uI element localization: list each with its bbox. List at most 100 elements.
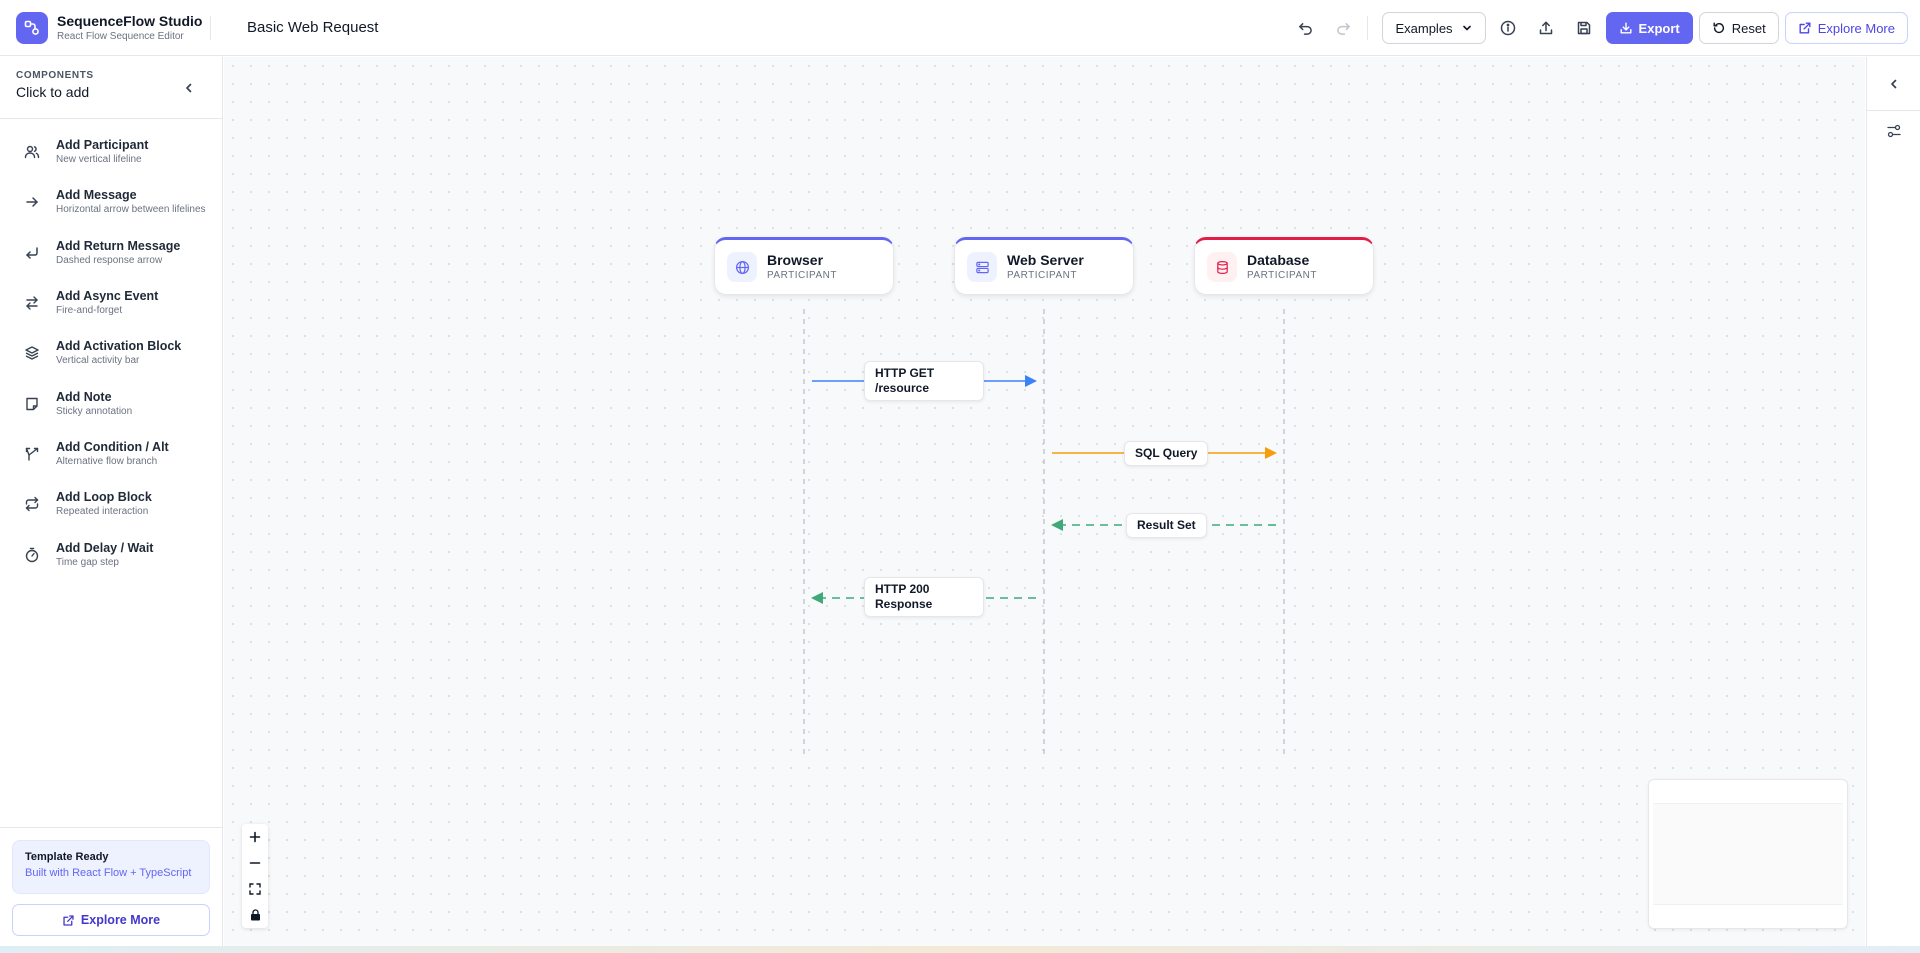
comp-title: Add Return Message	[56, 238, 181, 253]
split-icon	[18, 440, 46, 468]
chevron-down-icon	[1462, 25, 1471, 31]
comp-title: Add Message	[56, 188, 137, 203]
add-async-event-item[interactable]: Add Async Event Fire-and-forget	[0, 278, 222, 328]
minimap-viewport[interactable]	[1653, 803, 1843, 905]
add-delay-item[interactable]: Add Delay / Wait Time gap step	[0, 529, 222, 579]
message-label-line: HTTP GET	[875, 366, 935, 380]
participant-name: Browser	[767, 252, 824, 268]
save-icon[interactable]	[1568, 12, 1600, 44]
database-icon	[1207, 252, 1237, 282]
add-return-message-item[interactable]: Add Return Message Dashed response arrow	[0, 228, 222, 278]
external-link-icon	[63, 914, 74, 926]
users-icon	[18, 138, 46, 166]
comp-title: Add Async Event	[56, 289, 159, 304]
add-note-item[interactable]: Add Note Sticky annotation	[0, 378, 222, 428]
comp-desc: Repeated interaction	[56, 506, 149, 518]
add-message-item[interactable]: Add Message Horizontal arrow between lif…	[0, 177, 222, 227]
add-activation-block-item[interactable]: Add Activation Block Vertical activity b…	[0, 328, 222, 378]
toolbar-separator	[1367, 16, 1369, 40]
layers-icon	[18, 339, 46, 367]
participant-name: Web Server	[1007, 252, 1084, 268]
server-icon	[967, 252, 997, 282]
document-title[interactable]: Basic Web Request	[247, 19, 378, 36]
minimap[interactable]	[1648, 779, 1848, 929]
explore-more-label: Explore More	[1817, 20, 1895, 36]
participant-name: Database	[1247, 252, 1310, 268]
message-label-line: Response	[875, 597, 933, 611]
repeat-icon	[18, 490, 46, 518]
reset-icon	[1713, 22, 1724, 34]
properties-rail	[1866, 57, 1920, 946]
zoom-out-icon[interactable]	[242, 850, 268, 876]
examples-dropdown[interactable]: Examples	[1382, 12, 1486, 44]
undo-icon[interactable]	[1289, 12, 1321, 44]
comp-desc: Fire-and-forget	[56, 305, 123, 317]
settings-sliders-icon[interactable]	[1867, 111, 1920, 151]
header-divider	[210, 15, 211, 40]
explore-more-button[interactable]: Explore More	[1784, 12, 1908, 44]
bottom-strip	[0, 946, 1920, 953]
comp-title: Add Activation Block	[56, 339, 182, 354]
add-participant-item[interactable]: Add Participant New vertical lifeline	[0, 127, 222, 177]
comp-desc: Dashed response arrow	[56, 254, 163, 266]
message-label-http-get[interactable]: HTTP GET /resource	[864, 361, 984, 401]
redo-icon[interactable]	[1327, 12, 1359, 44]
template-subtitle: Built with React Flow + TypeScript	[25, 867, 192, 879]
message-label-line: SQL Query	[1135, 446, 1198, 460]
sidebar-explore-more-button[interactable]: Explore More	[12, 904, 210, 936]
participant-role: PARTICIPANT	[1007, 270, 1077, 281]
swap-arrows-icon	[18, 289, 46, 317]
comp-title: Add Delay / Wait	[56, 540, 154, 555]
comp-desc: Vertical activity bar	[56, 355, 140, 367]
collapse-sidebar-icon[interactable]	[178, 77, 200, 99]
lock-icon[interactable]	[242, 902, 268, 928]
brand: SequenceFlow Studio React Flow Sequence …	[0, 0, 210, 55]
info-icon[interactable]	[1492, 12, 1524, 44]
message-label-sql-query[interactable]: SQL Query	[1124, 441, 1209, 466]
comp-title: Add Loop Block	[56, 490, 152, 505]
return-arrow-icon	[18, 239, 46, 267]
globe-icon	[727, 252, 757, 282]
top-toolbar: SequenceFlow Studio React Flow Sequence …	[0, 0, 1920, 56]
zoom-in-icon[interactable]	[242, 824, 268, 850]
comp-title: Add Participant	[56, 138, 149, 153]
sticky-note-icon	[18, 390, 46, 418]
participant-web-server[interactable]: Web Server PARTICIPANT	[954, 237, 1134, 295]
component-list: Add Participant New vertical lifeline Ad…	[0, 119, 222, 580]
export-label: Export	[1638, 20, 1680, 36]
participant-database[interactable]: Database PARTICIPANT	[1194, 237, 1374, 295]
app-title: SequenceFlow Studio	[57, 12, 203, 29]
message-label-result-set[interactable]: Result Set	[1126, 513, 1207, 538]
add-loop-block-item[interactable]: Add Loop Block Repeated interaction	[0, 479, 222, 529]
export-button[interactable]: Export	[1605, 12, 1693, 44]
sidebar-footer: Template Ready Built with React Flow + T…	[0, 827, 222, 953]
comp-desc: Alternative flow branch	[56, 455, 158, 467]
comp-desc: New vertical lifeline	[56, 154, 142, 166]
expand-panel-icon[interactable]	[1867, 57, 1920, 111]
external-link-icon	[1799, 22, 1811, 34]
message-label-http-200[interactable]: HTTP 200 Response	[864, 577, 984, 617]
header-actions: Examples Export Reset Explore More	[1283, 12, 1908, 44]
participant-role: PARTICIPANT	[1247, 270, 1317, 281]
comp-desc: Horizontal arrow between lifelines	[56, 204, 206, 216]
template-title: Template Ready	[25, 851, 109, 863]
upload-icon[interactable]	[1530, 12, 1562, 44]
timer-icon	[18, 541, 46, 569]
download-icon	[1620, 22, 1632, 34]
comp-desc: Time gap step	[56, 556, 119, 568]
diagram-canvas[interactable]: Browser PARTICIPANT Web Server PARTICIPA…	[224, 57, 1865, 946]
comp-desc: Sticky annotation	[56, 405, 133, 417]
diagram-edges	[803, 309, 1285, 759]
message-label-line: Result Set	[1137, 518, 1196, 532]
reset-label: Reset	[1731, 20, 1766, 36]
participant-browser[interactable]: Browser PARTICIPANT	[714, 237, 894, 295]
reset-button[interactable]: Reset	[1698, 12, 1779, 44]
fit-view-icon[interactable]	[242, 876, 268, 902]
message-label-line: /resource	[875, 381, 930, 395]
arrow-right-icon	[18, 188, 46, 216]
message-label-line: HTTP 200	[875, 582, 930, 596]
zoom-controls	[242, 824, 268, 928]
add-condition-item[interactable]: Add Condition / Alt Alternative flow bra…	[0, 429, 222, 479]
app-subtitle: React Flow Sequence Editor	[57, 30, 184, 42]
participant-role: PARTICIPANT	[767, 270, 837, 281]
